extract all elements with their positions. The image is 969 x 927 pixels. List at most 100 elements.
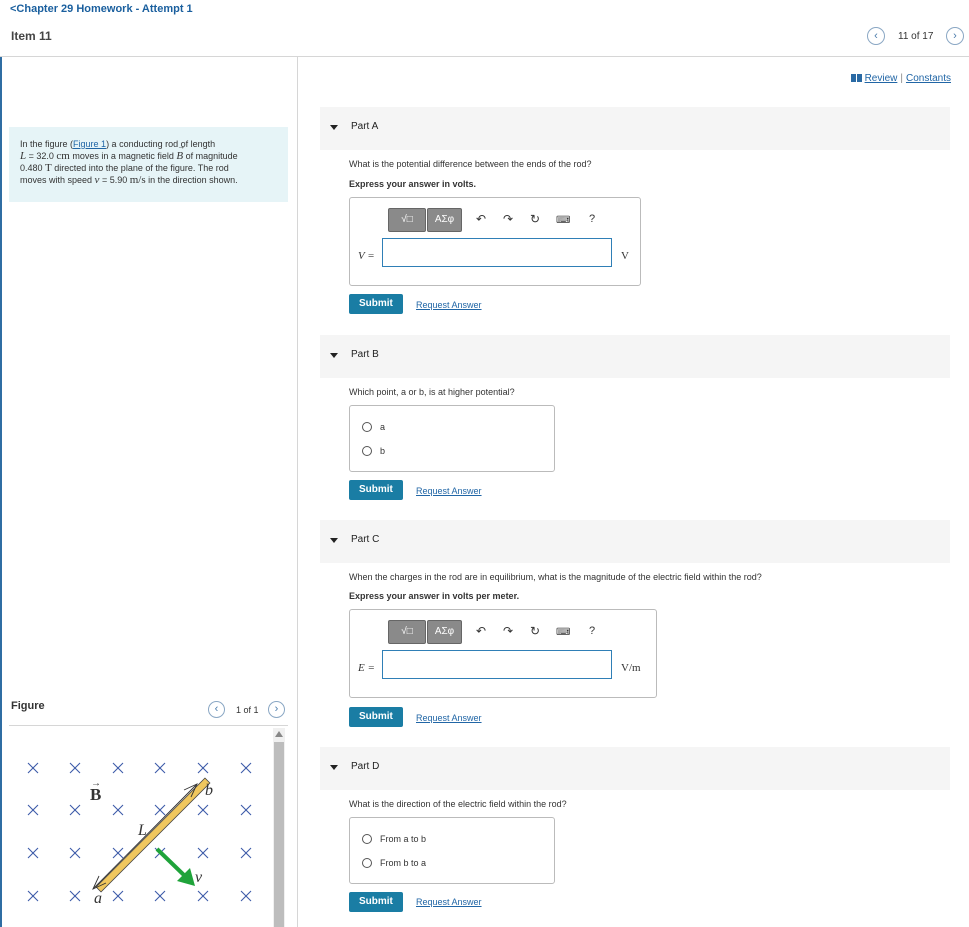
templates-button[interactable]: √□ [388,620,426,644]
review-link[interactable]: Review [865,73,898,84]
part-c-instruction: Express your answer in volts per meter. [349,591,520,601]
figure-counter: 1 of 1 [236,705,259,715]
part-a-header[interactable]: Part A [320,107,950,150]
field-x-mark [197,804,209,816]
part-a-unit: V [621,250,629,262]
figure-next-button[interactable]: › [268,701,285,718]
caret-down-icon [330,353,338,358]
caret-down-icon [330,538,338,543]
help-button[interactable]: ? [589,625,595,637]
part-a-answer-input[interactable] [382,238,612,267]
item-title: Item 11 [11,29,52,43]
caret-down-icon [330,125,338,130]
field-x-mark [69,804,81,816]
caret-down-icon [330,765,338,770]
field-x-mark [112,804,124,816]
part-d-choices: From a to b From b to a [349,817,555,884]
field-x-mark [27,847,39,859]
part-b-header[interactable]: Part B [320,335,950,378]
radio-button[interactable] [362,858,372,868]
redo-icon[interactable]: ↷ [503,625,513,637]
part-c-question: When the charges in the rod are in equil… [349,572,762,582]
velocity-arrow [155,847,189,880]
field-x-mark [69,762,81,774]
label-L: L [137,822,147,839]
part-c-header[interactable]: Part C [320,520,950,563]
part-a-submit-button[interactable]: Submit [349,294,403,314]
part-d-request-answer-link[interactable]: Request Answer [416,897,482,907]
part-c-answer-box: √□ ΑΣφ ↶ ↷ ↻ ⌨ ? E = V/m [349,609,657,698]
field-x-mark [240,847,252,859]
label-v: v [195,869,203,886]
part-b-request-answer-link[interactable]: Request Answer [416,486,482,496]
field-x-mark [197,847,209,859]
symbols-button[interactable]: ΑΣφ [427,208,462,232]
figure-link[interactable]: Figure 1 [73,139,106,149]
field-x-mark [154,762,166,774]
symbols-button[interactable]: ΑΣφ [427,620,462,644]
scroll-up-icon[interactable] [275,731,283,737]
label-b: b [205,782,213,799]
field-x-mark [240,890,252,902]
part-d-header[interactable]: Part D [320,747,950,790]
radio-button[interactable] [362,446,372,456]
chevron-left-icon: ‹ [874,30,878,42]
field-x-mark [154,804,166,816]
part-d-question: What is the direction of the electric fi… [349,799,567,809]
undo-icon[interactable]: ↶ [476,625,486,637]
reset-icon[interactable]: ↻ [530,213,540,225]
part-c-request-answer-link[interactable]: Request Answer [416,713,482,723]
left-accent-edge [0,57,2,927]
keyboard-icon[interactable]: ⌨ [556,627,570,639]
part-b-submit-button[interactable]: Submit [349,480,403,500]
field-x-mark [69,847,81,859]
field-x-mark [27,804,39,816]
part-c-submit-button[interactable]: Submit [349,707,403,727]
chevron-right-icon: › [274,703,279,715]
templates-button[interactable]: √□ [388,208,426,232]
next-item-button[interactable]: › [946,27,964,45]
undo-icon[interactable]: ↶ [476,213,486,225]
field-x-mark [112,762,124,774]
part-c-unit: V/m [621,662,641,674]
part-c-answer-input[interactable] [382,650,612,679]
part-a-request-answer-link[interactable]: Request Answer [416,300,482,310]
field-x-mark [112,890,124,902]
radio-button[interactable] [362,834,372,844]
part-b-choices: a b [349,405,555,472]
redo-icon[interactable]: ↷ [503,213,513,225]
figure-divider [9,725,288,726]
part-a-variable-label: V = [358,250,375,262]
part-d-submit-button[interactable]: Submit [349,892,403,912]
radio-button[interactable] [362,422,372,432]
field-x-mark [197,762,209,774]
field-x-mark [27,762,39,774]
field-x-mark [154,890,166,902]
constants-link[interactable]: Constants [906,73,951,84]
book-icon [850,74,863,82]
scroll-thumb[interactable] [274,742,284,927]
chevron-right-icon: › [953,30,957,42]
label-a: a [94,890,102,907]
field-x-mark [197,890,209,902]
conducting-rod [95,777,211,893]
figure-prev-button[interactable]: ‹ [208,701,225,718]
part-a-question: What is the potential difference between… [349,159,592,169]
field-x-mark [69,890,81,902]
svg-text:→: → [91,778,101,789]
figure-scrollbar[interactable] [273,728,285,927]
reset-icon[interactable]: ↻ [530,625,540,637]
previous-item-button[interactable]: ‹ [867,27,885,45]
back-to-assignment-link[interactable]: <Chapter 29 Homework - Attempt 1 [10,3,193,15]
help-button[interactable]: ? [589,213,595,225]
part-c-variable-label: E = [358,662,375,674]
problem-statement: In the figure (Figure 1) a conducting ro… [9,127,288,202]
part-b-question: Which point, a or b, is at higher potent… [349,387,515,397]
keyboard-icon[interactable]: ⌨ [556,215,570,227]
top-bar: <Chapter 29 Homework - Attempt 1 Item 11… [0,0,969,57]
figure-title: Figure [11,700,45,712]
chevron-left-icon: ‹ [214,703,219,715]
field-x-mark [112,847,124,859]
part-a-answer-box: √□ ΑΣφ ↶ ↷ ↻ ⌨ ? V = V [349,197,641,286]
field-x-mark [27,890,39,902]
